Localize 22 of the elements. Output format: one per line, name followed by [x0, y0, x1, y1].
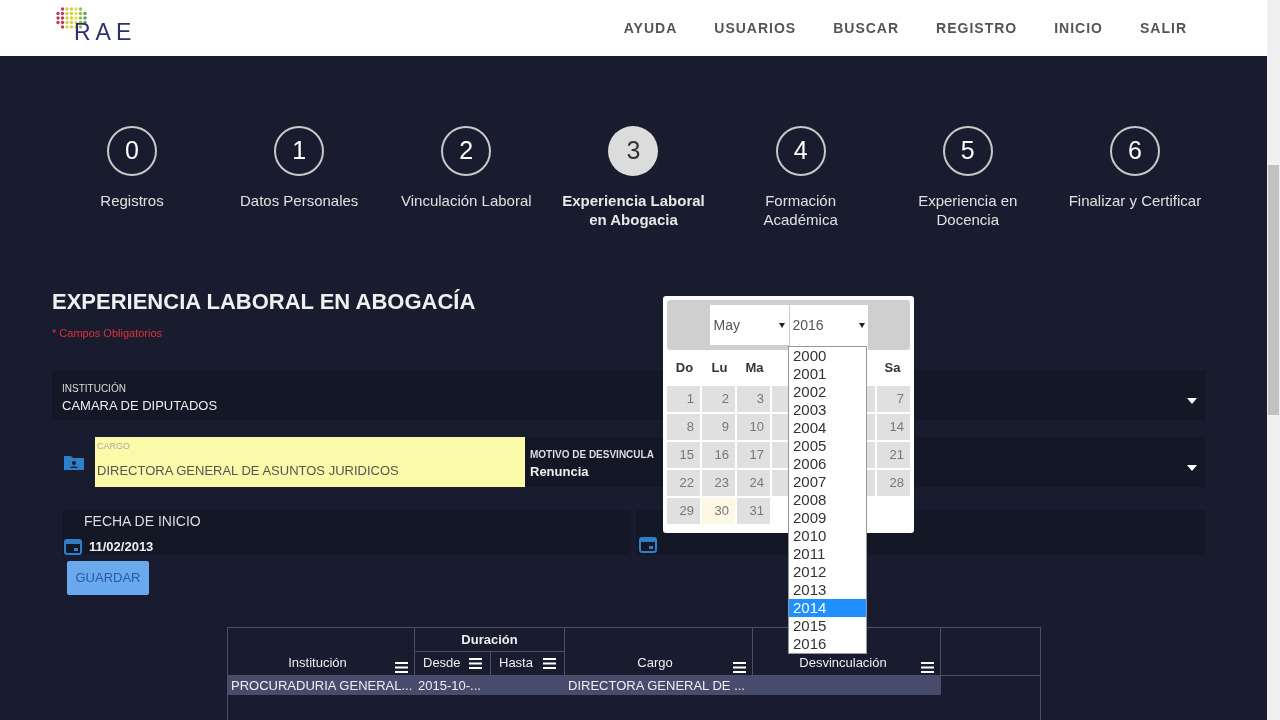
step-label: Datos Personales: [238, 191, 360, 210]
field-value: Renuncia: [530, 463, 590, 482]
step-label: Registros: [99, 191, 165, 210]
column-group-header: Duración: [415, 627, 564, 652]
field-label: INSTITUCIÓN: [62, 381, 127, 397]
field-value: 11/02/2013: [89, 537, 154, 556]
table-cell: DIRECTORA GENERAL DE ...: [568, 677, 745, 693]
step-label: Formación Académica: [762, 191, 839, 229]
field-value: DIRECTORA GENERAL DE ASUNTOS JURIDICOS: [97, 462, 400, 480]
section-title: EXPERIENCIA LABORAL EN ABOGACÍA: [52, 291, 477, 313]
field-value: CAMARA DE DIPUTADOS: [62, 397, 218, 416]
table-cell: PROCURADURIA GENERAL...: [231, 677, 413, 693]
field-label: FECHA DE INICIO: [83, 511, 202, 531]
step-label: Vinculación Laboral: [400, 191, 533, 210]
field-label: MOTIVO DE DESVINCULA: [530, 448, 654, 463]
table-cell: 2015-10-...: [418, 677, 481, 693]
logo-text: RAE: [74, 21, 137, 44]
step-label: Finalizar y Certificar: [1067, 191, 1203, 210]
step-label: Experiencia en Docencia: [917, 191, 1019, 229]
field-label: CARGO: [97, 439, 131, 453]
step-label: Experiencia Laboral en Abogacia: [561, 191, 706, 229]
required-note: * Campos Obligatorios: [52, 326, 163, 341]
